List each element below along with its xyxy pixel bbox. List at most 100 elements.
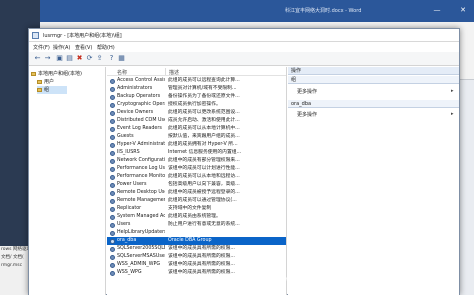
table-row[interactable]: Remote Desktop Users此组中的成员被授予远程登录的... <box>107 189 286 197</box>
group-icon <box>110 214 115 220</box>
group-icon <box>110 198 115 204</box>
table-row[interactable]: Network Configuratio...此组中的成员有部分管理权限来... <box>107 157 286 165</box>
group-description: 防止用户进行有意或无意的系统... <box>168 222 240 227</box>
table-row[interactable]: Power Users 包括高级用户以向下兼容，高级... <box>107 181 286 189</box>
table-row[interactable]: Access Control Assist...此组的成员可以远程查询此计算..… <box>107 77 286 85</box>
group-description: 此组的成员可以通过管理协议(... <box>168 198 237 203</box>
group-icon <box>110 182 115 188</box>
more-actions-link-1[interactable]: 更多操作 <box>297 88 317 95</box>
group-name: SQLServer2005SQLBr... <box>117 246 165 251</box>
group-description: 此组的成员拥有对 Hyper-V 所... <box>168 142 238 147</box>
actions-section-groups[interactable]: 组 <box>288 76 459 84</box>
new-group-icon[interactable]: ▦ <box>117 54 126 63</box>
menu-file[interactable]: 文件(F) <box>33 44 50 51</box>
delete-icon[interactable]: ✖ <box>75 54 84 63</box>
group-name: Performance Log Users <box>117 166 165 171</box>
group-name: IIS_IUSRS <box>117 150 140 155</box>
table-row[interactable]: Cryptographic Operat...授权成员执行加密操作。 <box>107 101 286 109</box>
table-row[interactable]: IIS_IUSRS Internet 信息服务使用的内置组... <box>107 149 286 157</box>
table-row[interactable]: Performance Monitor...此组的成员可以从本地和远程访... <box>107 173 286 181</box>
tree-item-users[interactable]: 用户 <box>37 78 54 86</box>
group-name: Replicator <box>117 206 142 211</box>
table-row[interactable]: Administrators 管理员对计算机/域有不受限制... <box>107 85 286 93</box>
refresh-icon[interactable]: ⟳ <box>85 54 94 63</box>
table-row[interactable]: Device Owners 此组的成员可以更改系统范围设... <box>107 109 286 117</box>
group-name: SQLServerMSASUser... <box>117 254 165 259</box>
word-titlebar: 科江宜丰网络大洞时.docx - Word — ✕ <box>40 0 474 22</box>
table-row[interactable]: Users 防止用户进行有意或无意的系统... <box>107 221 286 229</box>
computer-icon <box>31 71 36 76</box>
tree-root[interactable]: 本地用户和组(本地) <box>31 70 82 78</box>
group-name: Backup Operators <box>117 94 161 99</box>
more-actions-link-2[interactable]: 更多操作 <box>297 111 317 118</box>
actions-header: 操作 <box>288 67 459 75</box>
actions-section-ora-dba[interactable]: ora_dba <box>288 100 459 108</box>
group-description: 此组的成员可以从本地计算机中... <box>168 126 240 131</box>
tree-root-label: 本地用户和组(本地) <box>38 71 82 77</box>
table-row[interactable]: Hyper-V Administrat... 此组的成员拥有对 Hyper-V 所… <box>107 141 286 149</box>
console-tree: 本地用户和组(本地) 用户 组 <box>29 67 106 295</box>
column-separator[interactable] <box>165 68 166 75</box>
group-description: Oracle DBA Group <box>168 238 212 243</box>
group-description: 该组中的成员具有所需的权限... <box>168 246 235 251</box>
lusrmgr-window: lusrmgr - [本地用户和组(本地)\组] 文件(F) 操作(A) 查看(… <box>28 28 460 295</box>
group-icon <box>110 142 115 148</box>
group-icon <box>110 166 115 172</box>
group-icon <box>110 110 115 116</box>
mmc-toolbar: ← → ▣ ▤ ✖ ⟳ ⇪ ? ▦ <box>29 52 459 66</box>
forward-arrow-icon[interactable]: → <box>43 54 52 63</box>
group-icon <box>110 230 115 236</box>
group-icon <box>110 118 115 124</box>
table-row[interactable]: SQLServer2005SQLBr...该组中的成员具有所需的权限... <box>107 245 286 253</box>
table-row[interactable]: System Managed Acc...此组的成员由系统管理。 <box>107 213 286 221</box>
properties-icon[interactable]: ▤ <box>65 54 74 63</box>
column-name-header[interactable]: 名称 <box>117 69 127 76</box>
sliver-line-2: 文档/ 文档( <box>1 255 24 260</box>
table-row[interactable]: Event Log Readers 此组的成员可以从本地计算机中... <box>107 125 286 133</box>
table-row[interactable]: HelpLibraryUpdaters <box>107 229 286 237</box>
group-name: Network Configuratio... <box>117 158 165 163</box>
mmc-title: lusrmgr - [本地用户和组(本地)\组] <box>43 33 122 39</box>
table-row[interactable]: Performance Log Users该组中的成员可以计划进行性能... <box>107 165 286 173</box>
group-name: Performance Monitor... <box>117 174 165 179</box>
menu-help[interactable]: 帮助(H) <box>97 44 115 51</box>
group-description: 包括高级用户以向下兼容，高级... <box>168 182 240 187</box>
export-icon[interactable]: ⇪ <box>95 54 104 63</box>
group-name: Access Control Assist... <box>117 78 165 83</box>
table-row[interactable]: Guests 按默认值，来宾跟用户组的成员... <box>107 133 286 141</box>
folder-icon[interactable]: ▣ <box>55 54 64 63</box>
table-row[interactable]: Remote Management...此组的成员可以通过管理协议(... <box>107 197 286 205</box>
table-row[interactable]: Replicator 支持域中的文件复制 <box>107 205 286 213</box>
group-description: 备份操作员为了备份或还原文件... <box>168 94 240 99</box>
table-row[interactable]: SQLServerMSASUser...该组中的成员具有所需的权限... <box>107 253 286 261</box>
word-minimize-button[interactable]: — <box>432 5 442 15</box>
sliver-line-1: rows 网络驱动 <box>1 247 31 252</box>
table-row[interactable]: ora_dba Oracle DBA Group <box>107 237 286 245</box>
group-icon <box>110 222 115 228</box>
chevron-right-icon: ▸ <box>451 88 454 94</box>
menu-action[interactable]: 操作(A) <box>53 44 70 51</box>
group-description: 此组的成员由系统管理。 <box>168 214 221 219</box>
group-icon <box>110 270 115 276</box>
group-icon <box>110 238 115 244</box>
help-icon[interactable]: ? <box>107 54 116 63</box>
group-name: WSS_ADMIN_WPG <box>117 262 161 267</box>
group-icon <box>110 102 115 108</box>
mmc-titlebar[interactable]: lusrmgr - [本地用户和组(本地)\组] <box>29 29 459 42</box>
table-row[interactable]: Backup Operators 备份操作员为了备份或还原文件... <box>107 93 286 101</box>
column-desc-header[interactable]: 描述 <box>169 69 179 76</box>
tree-item-groups[interactable]: 组 <box>37 86 67 94</box>
sliver-line-3: rmgr.msc <box>1 263 23 268</box>
actions-section-ora-dba-label: ora_dba <box>291 101 312 107</box>
word-close-button[interactable]: ✕ <box>458 5 468 15</box>
word-title: 科江宜丰网络大洞时.docx - Word <box>285 8 362 14</box>
group-description: 该组中的成员可以计划进行性能... <box>168 166 240 171</box>
group-description: 此组中的成员有部分管理权限来... <box>168 158 240 163</box>
table-row[interactable]: Distributed COM Users成员允许启动、激活和使用此计... <box>107 117 286 125</box>
menu-view[interactable]: 查看(V) <box>75 44 92 51</box>
table-row[interactable]: WSS_ADMIN_WPG 该组中的成员具有所需的权限... <box>107 261 286 269</box>
back-arrow-icon[interactable]: ← <box>33 54 42 63</box>
group-description: 此组的成员可以从本地和远程访... <box>168 174 240 179</box>
group-description: 此组中的成员被授予远程登录的... <box>168 190 240 195</box>
group-icon <box>110 94 115 100</box>
